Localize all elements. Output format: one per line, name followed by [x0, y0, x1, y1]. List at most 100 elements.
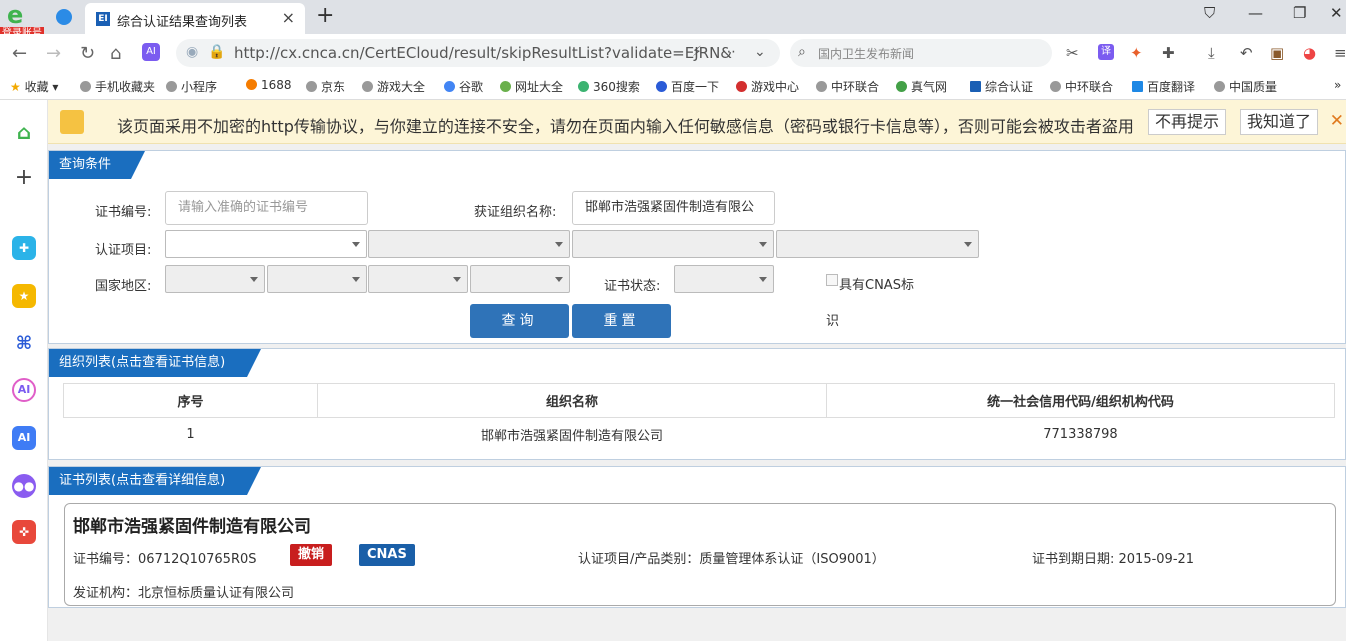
cert-number: 证书编号：06712Q10765R0S — [73, 552, 257, 567]
url-text[interactable]: http://cx.cnca.cn/CertECloud/result/skip… — [234, 44, 732, 62]
cnas-checkbox[interactable] — [826, 274, 838, 286]
scissors-icon[interactable]: ✂ — [1066, 44, 1079, 62]
site-icon: ◉ — [186, 44, 199, 60]
region-select-2[interactable] — [267, 265, 367, 293]
reset-button[interactable]: 重置 — [572, 304, 671, 338]
reload-icon[interactable]: ↻ — [80, 43, 95, 64]
browser-tab-bar: e 登录账号 EI 综合认证结果查询列表 × + ⛉ — ❐ ✕ — [0, 0, 1346, 40]
cert-card[interactable]: 邯郸市浩强紧固件制造有限公司 证书编号：06712Q10765R0S 撤销 CN… — [64, 503, 1336, 606]
region-select-3[interactable] — [368, 265, 468, 293]
col-header-index: 序号 — [63, 383, 318, 418]
cnas-label: 具有CNAS标 — [839, 278, 914, 293]
query-panel: 查询条件 证书编号: 请输入准确的证书编号 获证组织名称: 邯郸市浩强紧固件制造… — [48, 150, 1346, 344]
close-icon[interactable]: × — [282, 8, 295, 27]
forward-icon[interactable]: → — [46, 43, 61, 64]
cert-expiry: 证书到期日期: 2015-09-21 — [1032, 552, 1195, 567]
table-header-row: 序号 组织名称 统一社会信用代码/组织机构代码 — [63, 383, 1335, 418]
security-warning-banner: 该页面采用不加密的http传输协议，与你建立的连接不安全，请勿在页面内输入任何敏… — [48, 100, 1346, 144]
close-icon[interactable]: ✕ — [1330, 111, 1344, 131]
bookmark-item[interactable]: 手机收藏夹 — [80, 78, 155, 95]
telegram-icon[interactable] — [56, 9, 72, 25]
bookmark-item[interactable]: 京东 — [306, 78, 345, 95]
region-select-4[interactable] — [470, 265, 570, 293]
search-box[interactable]: ⌕ 国内卫生发布新闻 — [790, 39, 1052, 67]
browser-logo-icon[interactable]: e — [7, 3, 33, 27]
section-title: 证书列表(点击查看详细信息) — [49, 467, 261, 495]
bookmark-item[interactable]: 1688 — [246, 78, 292, 92]
status-select[interactable] — [674, 265, 774, 293]
color-wheel-icon[interactable]: ◕ — [1303, 44, 1316, 62]
more-icon[interactable]: ⋯ — [722, 44, 736, 60]
network-icon[interactable]: ⌘ — [12, 332, 36, 356]
game-icon[interactable]: ✦ — [1130, 44, 1143, 62]
bookmark-item[interactable]: 百度一下 — [656, 78, 719, 95]
briefcase-icon[interactable]: ▣ — [1270, 44, 1284, 62]
bookmark-item[interactable]: 中国质量 — [1214, 78, 1277, 95]
tab-active[interactable]: EI 综合认证结果查询列表 × — [85, 3, 305, 34]
project-select-2[interactable] — [368, 230, 570, 258]
bookmark-item[interactable]: 真气网 — [896, 78, 947, 95]
table-row[interactable]: 1 邯郸市浩强紧固件制造有限公司 771338798 — [64, 418, 1335, 452]
add-icon[interactable]: + — [12, 166, 36, 190]
tab-favicon-icon: EI — [96, 12, 110, 26]
bookmark-item[interactable]: 360搜索 — [578, 78, 640, 95]
home-icon[interactable]: ⌂ — [12, 120, 36, 144]
bookmark-item[interactable]: 谷歌 — [444, 78, 483, 95]
extension-icon[interactable]: ✚ — [1162, 44, 1175, 62]
bookmark-item[interactable]: 网址大全 — [500, 78, 563, 95]
bookmark-item[interactable]: 中环联合 — [1050, 78, 1113, 95]
bookmark-item[interactable]: ★ 收藏 ▾ — [10, 78, 58, 95]
shirt-icon[interactable]: ⛉ — [1204, 4, 1215, 22]
back-icon[interactable]: ← — [12, 43, 27, 64]
bookmark-item[interactable]: 中环联合 — [816, 78, 879, 95]
navigation-bar: ← → ↻ ⌂ AI ◉ 🔒 http://cx.cnca.cn/CertECl… — [0, 34, 1346, 72]
ai-icon[interactable]: AI — [142, 43, 160, 61]
org-name-label: 获证组织名称: — [474, 205, 557, 220]
project-select-1[interactable] — [165, 230, 367, 258]
minimize-icon[interactable]: — — [1248, 4, 1263, 22]
star-icon[interactable]: ★ — [12, 284, 36, 308]
home-icon[interactable]: ⌂ — [110, 43, 121, 64]
dismiss-warning-button[interactable]: 不再提示 — [1148, 109, 1227, 135]
project-label: 认证项目: — [95, 243, 152, 258]
lightning-icon[interactable]: ⚡ — [692, 44, 702, 60]
bookmark-item[interactable]: 综合认证 — [970, 78, 1033, 95]
org-name-input[interactable]: 邯郸市浩强紧固件制造有限公 — [572, 191, 775, 225]
window-close-icon[interactable]: ✕ — [1330, 4, 1343, 22]
maximize-icon[interactable]: ❐ — [1293, 4, 1306, 22]
bookmark-item[interactable]: 游戏大全 — [362, 78, 425, 95]
region-select-1[interactable] — [165, 265, 265, 293]
search-button[interactable]: 查询 — [470, 304, 569, 338]
cert-list-panel: 证书列表(点击查看详细信息) 邯郸市浩强紧固件制造有限公司 证书编号：06712… — [48, 466, 1346, 608]
row-org-name[interactable]: 邯郸市浩强紧固件制造有限公司 — [318, 418, 827, 452]
bookmarks-overflow[interactable]: » — [1334, 78, 1341, 92]
row-index: 1 — [186, 427, 195, 443]
address-bar[interactable]: ◉ 🔒 http://cx.cnca.cn/CertECloud/result/… — [176, 39, 780, 67]
warning-face-icon — [60, 110, 84, 134]
bookmark-item[interactable]: 小程序 — [166, 78, 217, 95]
browser-sidebar: ⌂ + ✚ ★ ⌘ AI AI ●● ✜ — [0, 100, 48, 641]
gamepad-icon[interactable]: ✜ — [12, 520, 36, 544]
ai-assistant-icon[interactable]: AI — [12, 378, 36, 402]
new-tab-icon[interactable]: + — [316, 3, 334, 28]
chevron-down-icon[interactable]: ⌄ — [754, 44, 766, 60]
bookmark-item[interactable]: 百度翻译 — [1132, 78, 1195, 95]
cert-no-input[interactable]: 请输入准确的证书编号 — [165, 191, 368, 225]
bookmark-item[interactable]: 游戏中心 — [736, 78, 799, 95]
menu-icon[interactable]: ≡ — [1334, 44, 1346, 62]
ok-warning-button[interactable]: 我知道了 — [1240, 109, 1319, 135]
chat-bot-icon[interactable]: ●● — [12, 474, 36, 498]
project-select-3[interactable] — [572, 230, 774, 258]
cnas-badge: CNAS — [359, 544, 415, 566]
insecure-lock-icon[interactable]: 🔒 — [208, 44, 225, 60]
download-icon[interactable]: ⤓ — [1208, 44, 1215, 62]
undo-icon[interactable]: ↶ — [1240, 44, 1253, 62]
translate-icon[interactable]: 译 — [1098, 44, 1114, 60]
cert-company-name[interactable]: 邯郸市浩强紧固件制造有限公司 — [73, 512, 311, 537]
project-select-4[interactable] — [776, 230, 979, 258]
section-title: 查询条件 — [49, 151, 145, 179]
search-placeholder: 国内卫生发布新闻 — [818, 47, 915, 61]
ai-icon[interactable]: AI — [12, 426, 36, 450]
org-table: 序号 组织名称 统一社会信用代码/组织机构代码 1 邯郸市浩强紧固件制造有限公司… — [63, 383, 1335, 452]
app-plus-icon[interactable]: ✚ — [12, 236, 36, 260]
